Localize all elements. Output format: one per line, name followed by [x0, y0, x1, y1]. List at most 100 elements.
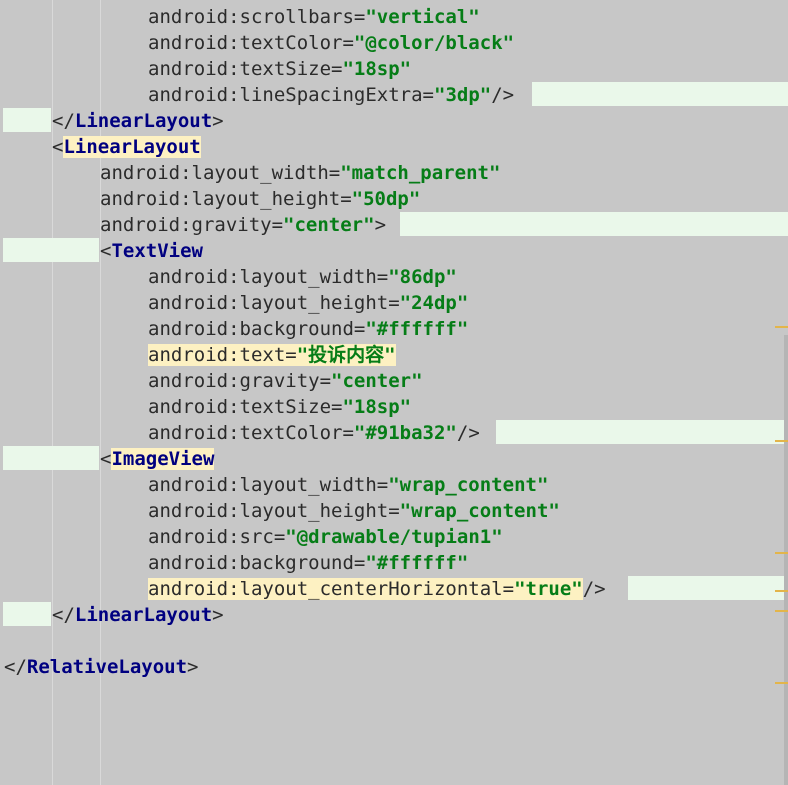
tag-name: LinearLayout [74, 110, 213, 132]
code-line[interactable]: android:layout_centerHorizontal="true"/> [148, 576, 606, 602]
change-highlight [496, 420, 788, 444]
tag-name: TextView [111, 240, 203, 262]
equals-sign: = [285, 344, 297, 366]
attribute-value: "#91ba32" [353, 422, 457, 444]
attribute-value: "50dp" [351, 188, 421, 210]
code-line[interactable]: android:lineSpacingExtra="3dp"/> [148, 82, 514, 108]
equals-sign: = [353, 318, 366, 340]
attribute-value: "24dp" [399, 292, 469, 314]
code-line[interactable]: android:background="#ffffff" [148, 550, 468, 576]
warning-marker[interactable] [775, 552, 788, 554]
attribute-name: android:textColor [148, 32, 343, 54]
equals-sign: = [328, 162, 341, 184]
attribute-name: android:layout_width [100, 162, 329, 184]
tag-open-bracket: </ [52, 604, 75, 626]
change-highlight [3, 602, 51, 626]
tag-name: ImageView [111, 448, 215, 470]
code-line[interactable]: <LinearLayout [52, 134, 201, 160]
attribute-value: "wrap_content" [399, 500, 560, 522]
equals-sign: = [388, 292, 400, 314]
tag-name: RelativeLayout [26, 656, 188, 678]
attribute-name: android:scrollbars [148, 6, 354, 28]
attribute-value: "vertical" [365, 6, 480, 28]
attribute-value: "true" [514, 578, 583, 600]
attribute-name: android:textSize [148, 58, 332, 80]
attribute-name: android:lineSpacingExtra [148, 84, 423, 106]
attribute-name: android:text [148, 344, 286, 366]
tag-open-bracket: < [100, 448, 112, 470]
attribute-name: android:textSize [148, 396, 332, 418]
attribute-name: android:background [148, 552, 354, 574]
equals-sign: = [340, 188, 352, 210]
warning-marker[interactable] [775, 440, 788, 442]
attribute-name: android:gravity [148, 370, 320, 392]
equals-sign: = [502, 578, 515, 600]
tag-close-bracket: > [212, 604, 224, 626]
change-highlight [3, 238, 99, 262]
code-line[interactable]: <TextView [100, 238, 203, 264]
code-line[interactable]: android:layout_height="24dp" [148, 290, 468, 316]
tag-end: /> [582, 578, 606, 600]
code-line[interactable]: android:text="投诉内容" [148, 342, 396, 368]
code-line[interactable]: android:layout_height="wrap_content" [148, 498, 560, 524]
code-line[interactable]: android:layout_width="wrap_content" [148, 472, 548, 498]
code-line[interactable]: android:layout_height="50dp" [100, 186, 420, 212]
tag-close-bracket: > [187, 656, 199, 678]
attribute-name: android:layout_height [148, 292, 389, 314]
attribute-name: android:src [148, 526, 274, 548]
warning-marker[interactable] [775, 590, 788, 592]
code-line[interactable]: android:background="#ffffff" [148, 316, 468, 342]
code-line[interactable]: </LinearLayout> [52, 602, 224, 628]
tag-open-bracket: < [100, 240, 112, 262]
change-highlight [400, 212, 788, 236]
attribute-value: "投诉内容" [296, 344, 396, 366]
code-line[interactable]: </RelativeLayout> [4, 654, 199, 680]
code-line[interactable]: android:layout_width="86dp" [148, 264, 457, 290]
equals-sign: = [422, 84, 434, 106]
code-line[interactable]: android:src="@drawable/tupian1" [148, 524, 503, 550]
code-line[interactable]: android:textColor="#91ba32"/> [148, 420, 480, 446]
attribute-name: android:layout_centerHorizontal [148, 578, 503, 600]
warning-marker[interactable] [775, 326, 788, 328]
tag-open-bracket: </ [4, 656, 27, 678]
equals-sign: = [273, 526, 286, 548]
attribute-value: "@drawable/tupian1" [285, 526, 503, 548]
change-highlight [3, 108, 51, 132]
tag-open-bracket: < [52, 136, 64, 158]
equals-sign: = [353, 552, 366, 574]
code-line[interactable]: android:scrollbars="vertical" [148, 4, 480, 30]
attribute-name: android:textColor [148, 422, 343, 444]
code-line[interactable]: <ImageView [100, 446, 215, 472]
tag-end: /> [456, 422, 480, 444]
attribute-name: android:layout_width [148, 474, 377, 496]
vertical-scrollbar[interactable] [784, 335, 788, 785]
attribute-value: "wrap_content" [388, 474, 549, 496]
equals-sign: = [376, 474, 389, 496]
tag-close-bracket: > [212, 110, 224, 132]
code-line[interactable]: android:gravity="center"> [100, 212, 386, 238]
attribute-name: android:background [148, 318, 354, 340]
code-line[interactable]: android:textColor="@color/black" [148, 30, 514, 56]
code-line[interactable]: android:textSize="18sp" [148, 56, 411, 82]
tag-name: LinearLayout [63, 136, 201, 158]
change-highlight [628, 576, 788, 600]
attribute-value: "#ffffff" [365, 318, 469, 340]
equals-sign: = [342, 32, 354, 54]
equals-sign: = [342, 422, 354, 444]
code-line[interactable]: android:textSize="18sp" [148, 394, 411, 420]
attribute-value: "@color/black" [353, 32, 515, 54]
code-line[interactable]: android:layout_width="match_parent" [100, 160, 500, 186]
warning-marker[interactable] [775, 610, 788, 612]
tag-end: /> [491, 84, 515, 106]
attribute-value: "18sp" [342, 58, 412, 80]
warning-marker[interactable] [775, 682, 788, 684]
attribute-value: "3dp" [434, 84, 492, 106]
equals-sign: = [271, 214, 284, 236]
change-highlight [3, 446, 99, 470]
attribute-value: "18sp" [342, 396, 412, 418]
code-line[interactable]: </LinearLayout> [52, 108, 224, 134]
code-line[interactable]: android:gravity="center" [148, 368, 423, 394]
equals-sign: = [331, 396, 343, 418]
attribute-value: "center" [283, 214, 375, 236]
attribute-value: "#ffffff" [365, 552, 469, 574]
